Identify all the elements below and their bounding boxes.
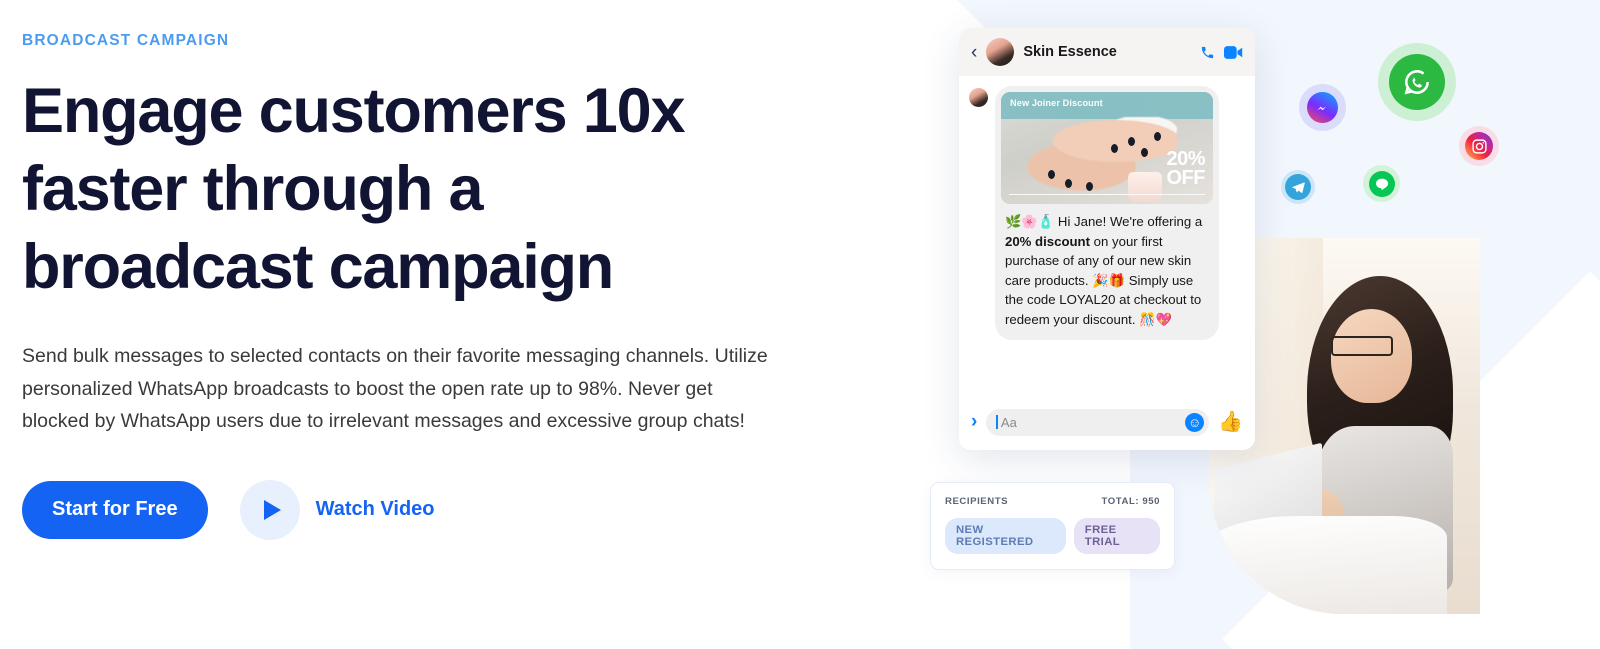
promo-off-label: OFF [1166, 167, 1206, 189]
recipients-tags: NEW REGISTERED FREE TRIAL [945, 518, 1160, 554]
tag-free-trial[interactable]: FREE TRIAL [1073, 518, 1160, 554]
cta-row: Start for Free Watch Video [22, 479, 822, 540]
chat-header: ‹ Skin Essence [959, 28, 1255, 76]
emoji-icon[interactable]: ☺ [1185, 412, 1205, 432]
chat-input-bar: › Aa ☺ 👍 [959, 394, 1255, 450]
message-input[interactable]: Aa ☺ [986, 408, 1210, 436]
recipients-total: TOTAL: 950 [1101, 496, 1160, 507]
video-call-icon[interactable] [1224, 45, 1243, 60]
eyebrow-label: BROADCAST CAMPAIGN [22, 32, 230, 49]
recipients-header: RECIPIENTS TOTAL: 950 [945, 496, 1160, 507]
avatar [986, 38, 1015, 66]
promo-discount-text: 20% OFF [1166, 149, 1206, 189]
watch-video-button[interactable]: Watch Video [239, 479, 435, 540]
tag-new-registered[interactable]: NEW REGISTERED [945, 518, 1066, 554]
chevron-right-icon[interactable]: › [971, 411, 977, 433]
message-bubble: New Joiner Discount 20% OFF 🌿🌸🧴 Hi Jane!… [995, 86, 1219, 340]
message-avatar [969, 88, 988, 107]
back-arrow-icon[interactable]: ‹ [971, 43, 977, 62]
hero-copy: BROADCAST CAMPAIGN Engage customers 10x … [22, 0, 822, 649]
promo-divider [1009, 193, 1205, 195]
photo-bedsheet [1209, 516, 1448, 614]
start-for-free-button[interactable]: Start for Free [22, 480, 208, 539]
photo-glasses [1330, 335, 1394, 357]
line-glyph [1368, 170, 1395, 197]
play-triangle-icon [263, 499, 281, 520]
chat-contact-name: Skin Essence [1023, 44, 1117, 60]
instagram-glyph [1465, 132, 1493, 160]
telegram-icon[interactable] [1281, 170, 1315, 204]
message-text: 🌿🌸🧴 Hi Jane! We're offering a 20% discou… [1001, 212, 1213, 330]
message-bold: 20% discount [1005, 233, 1091, 249]
phone-call-icon[interactable] [1200, 45, 1215, 60]
promo-jar [1128, 172, 1163, 202]
hero-section: BROADCAST CAMPAIGN Engage customers 10x … [0, 0, 1600, 649]
whatsapp-icon[interactable] [1378, 43, 1456, 121]
whatsapp-glyph [1389, 54, 1445, 110]
messenger-glyph [1307, 92, 1338, 123]
telegram-glyph [1285, 174, 1311, 200]
messenger-icon[interactable] [1299, 84, 1346, 131]
play-icon[interactable] [239, 479, 300, 540]
message-input-placeholder: Aa [1000, 414, 1017, 430]
hero-description: Send bulk messages to selected contacts … [22, 345, 768, 432]
text-caret [996, 415, 998, 429]
watch-video-label: Watch Video [315, 498, 435, 520]
thumbs-up-icon[interactable]: 👍 [1218, 412, 1243, 432]
chat-message-area: New Joiner Discount 20% OFF 🌿🌸🧴 Hi Jane!… [959, 76, 1255, 340]
message-prefix: 🌿🌸🧴 Hi Jane! We're offering a [1005, 214, 1203, 229]
promo-image: New Joiner Discount 20% OFF [1001, 92, 1213, 204]
instagram-icon[interactable] [1459, 126, 1499, 166]
chat-mockup: ‹ Skin Essence New Joiner Discount 20% O… [959, 28, 1255, 450]
recipients-card: RECIPIENTS TOTAL: 950 NEW REGISTERED FRE… [930, 482, 1175, 570]
line-icon[interactable] [1363, 165, 1400, 202]
recipients-label: RECIPIENTS [945, 496, 1009, 507]
page-title: Engage customers 10x faster through a br… [22, 76, 685, 302]
photo-face [1330, 309, 1413, 404]
